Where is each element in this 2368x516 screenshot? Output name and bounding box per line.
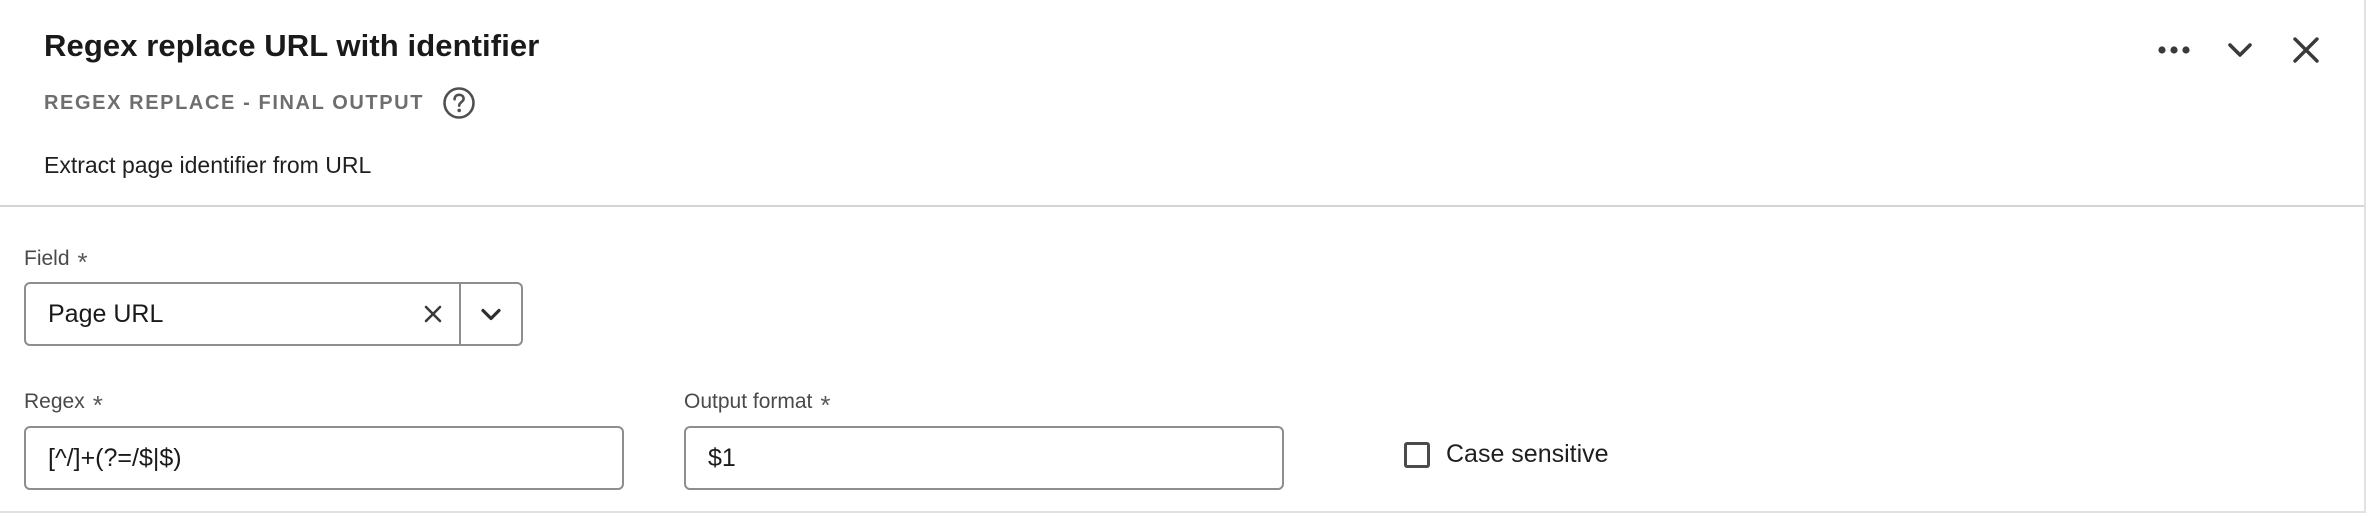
chevron-down-icon[interactable] [2220,30,2260,70]
field-combobox[interactable]: Page URL [24,282,523,346]
regex-label: Regex * [24,386,103,418]
regex-input[interactable] [24,426,624,490]
output-format-input[interactable] [684,426,1284,490]
field-dropdown-toggle[interactable] [459,284,521,344]
case-sensitive-checkbox[interactable]: Case sensitive [1404,440,1609,469]
more-icon[interactable] [2154,30,2194,70]
case-sensitive-label: Case sensitive [1446,440,1609,468]
required-marker: * [92,390,103,420]
required-marker: * [77,247,88,277]
checkbox-box[interactable] [1404,441,1430,468]
field-label: Field * [24,243,88,275]
chevron-down-icon [481,308,501,321]
field-combobox-value[interactable]: Page URL [26,284,407,344]
card-title: Regex replace URL with identifier [44,28,540,63]
output-format-label: Output format * [684,386,831,418]
header-actions [2154,30,2326,70]
clear-icon[interactable] [407,284,459,344]
regex-replace-card: Regex replace URL with identifier REGEX … [0,0,2366,513]
card-description: Extract page identifier from URL [44,152,372,178]
component-type-label: REGEX REPLACE - FINAL OUTPUT [44,91,425,114]
required-marker: * [820,390,831,420]
regex-label-text: Regex [24,390,85,413]
field-label-text: Field [24,247,70,270]
help-icon[interactable] [442,86,476,120]
output-format-label-text: Output format [684,390,813,413]
close-icon[interactable] [2286,30,2326,70]
subtitle-row: REGEX REPLACE - FINAL OUTPUT [44,86,476,120]
card-header: Regex replace URL with identifier REGEX … [0,0,2364,207]
